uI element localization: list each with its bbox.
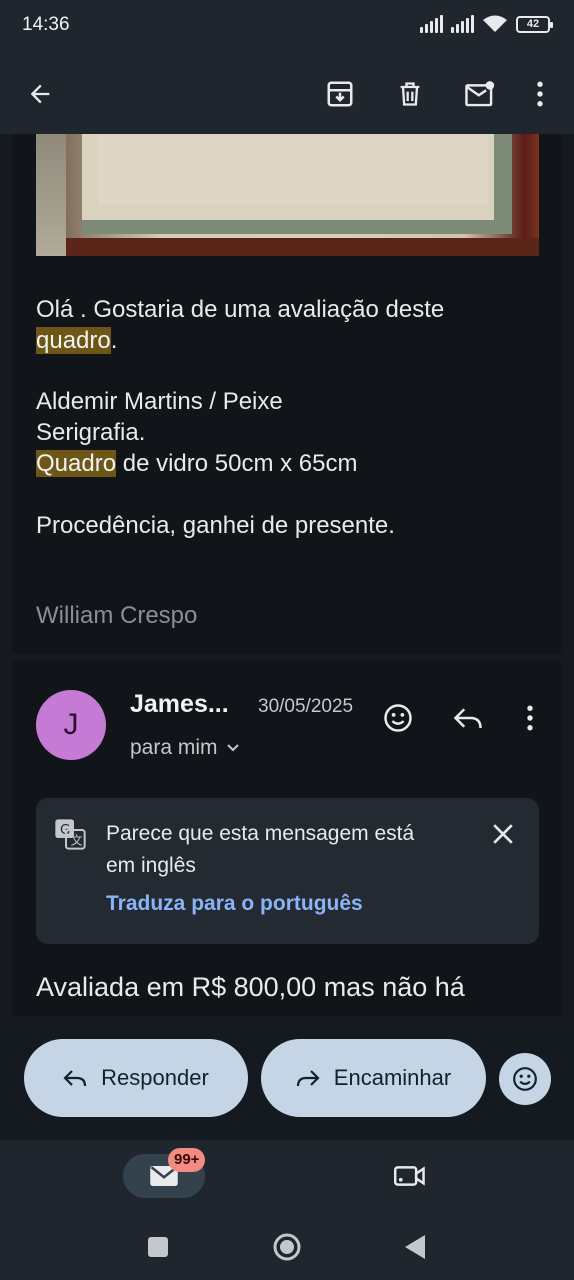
chevron-down-icon <box>226 744 239 752</box>
archive-icon <box>327 81 353 107</box>
message-card-1: Olá . Gostaria de uma avaliação deste qu… <box>12 134 562 654</box>
translate-icon: G 文 <box>55 819 86 850</box>
translate-banner: G 文 Parece que esta mensagem está em ing… <box>36 798 539 944</box>
mark-unread-icon <box>465 81 495 107</box>
forward-label: Encaminhar <box>333 1065 452 1090</box>
attached-photo[interactable] <box>36 134 539 256</box>
sender-name[interactable]: James... <box>130 690 229 719</box>
reply-icon <box>453 708 482 729</box>
signature: William Crespo <box>36 602 198 629</box>
video-icon <box>394 1166 425 1186</box>
message-thread[interactable]: Olá . Gostaria de uma avaliação deste qu… <box>0 134 574 1016</box>
status-icons: 42 <box>420 14 553 34</box>
archive-button[interactable] <box>314 68 366 120</box>
message-card-2: J James... 30/05/2025 para mim G 文 Parec… <box>12 660 562 1016</box>
reply-pill-button[interactable]: Responder <box>24 1039 248 1117</box>
signal-icon <box>420 15 443 33</box>
trash-icon <box>400 82 420 106</box>
recipient-label: para mim <box>130 736 218 759</box>
back-button[interactable] <box>14 68 66 120</box>
forward-icon <box>296 1070 320 1087</box>
arrow-left-icon <box>30 84 50 104</box>
gmail-message-screen: 14:36 42 Olá . Gostaria de uma avaliação… <box>0 0 574 1280</box>
wifi-icon <box>483 15 507 32</box>
message-line-2: Aldemir Martins / Peixe Serigrafia. Quad… <box>36 386 358 479</box>
translate-message: Parece que esta mensagem está em inglês <box>106 822 415 877</box>
message-line-5: Procedência, ganhei de presente. <box>36 512 395 539</box>
avatar[interactable]: J <box>36 690 106 760</box>
system-back-button[interactable] <box>398 1230 432 1264</box>
search-highlight: Quadro <box>36 450 117 477</box>
reply-label: Responder <box>101 1065 209 1090</box>
square-icon <box>148 1237 168 1257</box>
system-navigation <box>0 1212 574 1280</box>
message-body: Avaliada em R$ 800,00 mas não há <box>36 972 465 1002</box>
battery-icon: 42 <box>516 15 553 33</box>
message-text: Aldemir Martins / Peixe <box>36 388 283 415</box>
reply-button[interactable] <box>446 696 490 740</box>
nav-meet-tab[interactable] <box>388 1158 432 1194</box>
message-line-1: Olá . Gostaria de uma avaliação deste qu… <box>36 294 444 356</box>
reply-icon <box>63 1070 87 1087</box>
recents-button[interactable] <box>141 1230 175 1264</box>
circle-icon <box>273 1233 301 1261</box>
react-button[interactable] <box>499 1053 551 1105</box>
forward-pill-button[interactable]: Encaminhar <box>261 1039 486 1117</box>
dismiss-translate-button[interactable] <box>485 816 521 852</box>
emoji-icon <box>513 1067 537 1091</box>
message-text: Olá . Gostaria de uma avaliação deste <box>36 296 445 323</box>
status-bar: 14:36 42 <box>0 0 574 54</box>
recipient-details[interactable]: para mim <box>130 736 240 760</box>
message-text: de vidro 50cm x 65cm <box>116 450 358 477</box>
message-actions: Responder Encaminhar <box>0 1016 574 1140</box>
more-vert-icon <box>537 81 543 107</box>
message-more-button[interactable] <box>508 696 552 740</box>
signal-icon-2 <box>451 15 474 33</box>
more-options-button[interactable] <box>514 68 566 120</box>
status-time: 14:36 <box>22 14 70 35</box>
unread-badge: 99+ <box>168 1148 206 1172</box>
delete-button[interactable] <box>384 68 436 120</box>
home-button[interactable] <box>270 1230 304 1264</box>
svg-text:文: 文 <box>71 833 83 848</box>
emoji-icon <box>384 704 412 732</box>
add-reaction-button[interactable] <box>376 696 420 740</box>
triangle-back-icon <box>405 1235 425 1259</box>
bottom-navigation: 99+ <box>0 1140 574 1212</box>
message-text: . <box>110 327 118 354</box>
mark-unread-button[interactable] <box>454 68 506 120</box>
close-icon <box>493 824 513 844</box>
translate-link[interactable]: Traduza para o português <box>106 892 363 916</box>
more-vert-icon <box>527 705 533 731</box>
top-app-bar <box>0 54 574 134</box>
message-text: Serigrafia. <box>36 419 146 446</box>
message-date: 30/05/2025 <box>258 696 354 717</box>
search-highlight: quadro <box>36 327 111 354</box>
